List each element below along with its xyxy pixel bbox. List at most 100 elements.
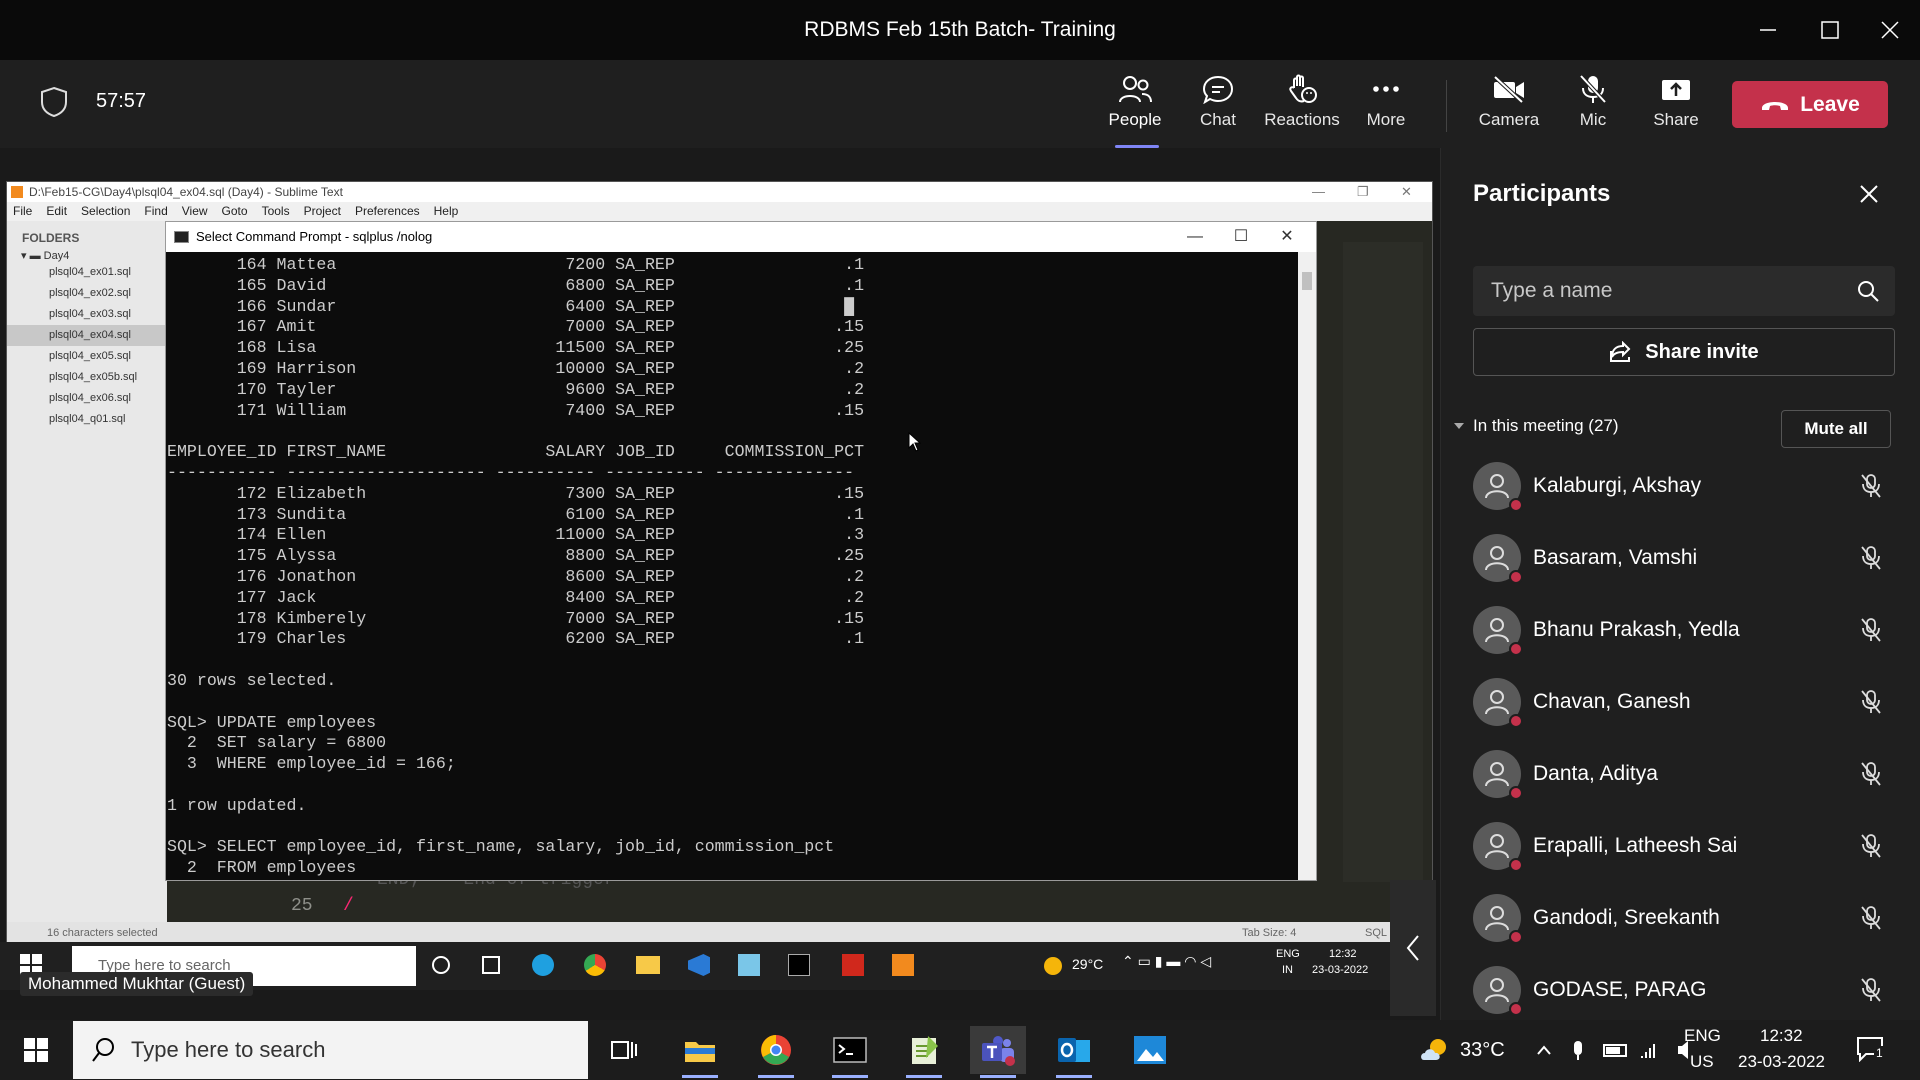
taskbar-search-box[interactable]: Type here to search bbox=[73, 1021, 588, 1079]
teams-button[interactable] bbox=[970, 1026, 1026, 1078]
tray-icons[interactable] bbox=[1534, 1020, 1704, 1080]
mute-all-button[interactable]: Mute all bbox=[1781, 410, 1891, 448]
mic-muted-icon[interactable] bbox=[1859, 473, 1883, 499]
notepad-icon[interactable] bbox=[738, 954, 760, 976]
avatar bbox=[1473, 966, 1523, 1016]
cmd-scrollbar[interactable] bbox=[1298, 252, 1316, 880]
outlook-button[interactable] bbox=[1046, 1026, 1102, 1078]
taskbar-date[interactable]: 23-03-2022 bbox=[1738, 1052, 1825, 1072]
participant-row[interactable]: GODASE, PARAG bbox=[1441, 954, 1920, 1026]
avatar bbox=[1473, 606, 1523, 656]
mic-button[interactable]: Mic bbox=[1551, 74, 1635, 144]
participant-row[interactable]: Chavan, Ganesh bbox=[1441, 666, 1920, 738]
mic-muted-icon[interactable] bbox=[1859, 761, 1883, 787]
menu-view[interactable]: View bbox=[182, 204, 208, 218]
chat-button[interactable]: Chat bbox=[1176, 74, 1260, 144]
mic-muted-icon[interactable] bbox=[1859, 617, 1883, 643]
tray-icons[interactable]: ⌃ ▭ ▮ ▬ ◠ ◁ bbox=[1122, 953, 1211, 970]
cmd-maximize[interactable]: ☐ bbox=[1218, 222, 1264, 252]
close-window-button[interactable] bbox=[1860, 0, 1920, 60]
participants-list: Kalaburgi, Akshay Basaram, Vamshi Bhanu Pr… bbox=[1441, 450, 1920, 1026]
sublime-close[interactable]: ✕ bbox=[1401, 182, 1412, 202]
cmd-minimize[interactable]: — bbox=[1172, 222, 1218, 252]
menu-project[interactable]: Project bbox=[304, 204, 341, 218]
menu-preferences[interactable]: Preferences bbox=[355, 204, 420, 218]
toolbar-divider bbox=[1446, 80, 1447, 132]
sublime-taskbar-icon[interactable] bbox=[892, 954, 914, 976]
minimize-button[interactable] bbox=[1738, 0, 1798, 60]
vscode-icon[interactable] bbox=[688, 954, 710, 976]
close-panel-icon[interactable] bbox=[1859, 184, 1879, 204]
cmd-scroll-thumb[interactable] bbox=[1302, 272, 1312, 290]
menu-help[interactable]: Help bbox=[434, 204, 459, 218]
notification-button[interactable]: 1 bbox=[1856, 1036, 1885, 1062]
weather-widget[interactable]: 33°C bbox=[1418, 1020, 1505, 1080]
command-prompt-button[interactable] bbox=[822, 1026, 878, 1078]
menu-edit[interactable]: Edit bbox=[46, 204, 67, 218]
maximize-button[interactable] bbox=[1800, 0, 1860, 60]
taskbar-time[interactable]: 12:32 bbox=[1760, 1026, 1803, 1046]
participant-row[interactable]: Basaram, Vamshi bbox=[1441, 522, 1920, 594]
taskbar-lang1[interactable]: ENG bbox=[1684, 1026, 1721, 1046]
photos-button[interactable] bbox=[1122, 1026, 1178, 1074]
file-item[interactable]: plsql04_ex02.sql bbox=[7, 283, 167, 304]
reactions-button[interactable]: Reactions bbox=[1260, 74, 1344, 144]
task-view-icon[interactable] bbox=[482, 956, 500, 974]
console-output[interactable]: 164 Mattea 7200 SA_REP .1 165 David 6800… bbox=[166, 252, 1296, 880]
file-item[interactable]: plsql04_ex01.sql bbox=[7, 262, 167, 283]
windows-start-button[interactable] bbox=[24, 1038, 48, 1062]
menu-goto[interactable]: Goto bbox=[222, 204, 248, 218]
participant-row[interactable]: Kalaburgi, Akshay bbox=[1441, 450, 1920, 522]
share-invite-button[interactable]: Share invite bbox=[1473, 328, 1895, 376]
acrobat-icon[interactable] bbox=[842, 954, 864, 976]
file-explorer-icon bbox=[685, 1042, 715, 1062]
chrome-button[interactable] bbox=[748, 1026, 804, 1078]
file-explorer-button[interactable] bbox=[672, 1026, 728, 1078]
file-explorer-icon[interactable] bbox=[636, 956, 660, 974]
status-syntax[interactable]: SQL bbox=[1365, 922, 1387, 944]
mic-muted-icon[interactable] bbox=[1859, 833, 1883, 859]
folder-day4[interactable]: ▾ ▬ Day4 bbox=[7, 245, 167, 262]
collapse-panel-button[interactable] bbox=[1390, 880, 1436, 1016]
status-tabsize[interactable]: Tab Size: 4 bbox=[1242, 922, 1296, 944]
mic-muted-icon[interactable] bbox=[1859, 905, 1883, 931]
participant-row[interactable]: Gandodi, Sreekanth bbox=[1441, 882, 1920, 954]
share-button[interactable]: Share bbox=[1634, 74, 1718, 144]
taskbar-search-text: Type here to search bbox=[131, 1037, 326, 1062]
menu-file[interactable]: File bbox=[13, 204, 32, 218]
menu-find[interactable]: Find bbox=[144, 204, 167, 218]
menu-selection[interactable]: Selection bbox=[81, 204, 130, 218]
participant-row[interactable]: Danta, Aditya bbox=[1441, 738, 1920, 810]
leave-button[interactable]: Leave bbox=[1732, 81, 1888, 128]
notepad-plus-button[interactable] bbox=[896, 1026, 952, 1078]
people-button[interactable]: People bbox=[1093, 74, 1177, 148]
sublime-minimize[interactable]: — bbox=[1312, 182, 1325, 202]
code-area[interactable]: END; -- End of trigger 25 / bbox=[267, 870, 1267, 926]
participant-row[interactable]: Bhanu Prakash, Yedla bbox=[1441, 594, 1920, 666]
task-view-button[interactable] bbox=[596, 1026, 652, 1074]
mic-muted-icon[interactable] bbox=[1859, 689, 1883, 715]
mic-muted-icon[interactable] bbox=[1859, 545, 1883, 571]
edge-icon[interactable] bbox=[532, 954, 554, 976]
sublime-minimap[interactable] bbox=[1343, 242, 1423, 882]
camera-button[interactable]: Camera bbox=[1467, 74, 1551, 144]
file-item[interactable]: plsql04_ex06.sql bbox=[7, 388, 167, 409]
file-item-selected[interactable]: plsql04_ex04.sql bbox=[7, 325, 167, 346]
file-item[interactable]: plsql04_ex03.sql bbox=[7, 304, 167, 325]
cmd-taskbar-icon[interactable] bbox=[788, 954, 810, 976]
participant-search-input[interactable]: Type a name bbox=[1473, 266, 1895, 316]
more-button[interactable]: More bbox=[1344, 74, 1428, 144]
file-item[interactable]: plsql04_q01.sql bbox=[7, 409, 167, 430]
cmd-close[interactable]: ✕ bbox=[1264, 222, 1310, 252]
taskbar-lang2[interactable]: US bbox=[1690, 1052, 1714, 1072]
file-item[interactable]: plsql04_ex05.sql bbox=[7, 346, 167, 367]
participant-row[interactable]: Erapalli, Latheesh Sai bbox=[1441, 810, 1920, 882]
file-item[interactable]: plsql04_ex05b.sql bbox=[7, 367, 167, 388]
menu-tools[interactable]: Tools bbox=[262, 204, 290, 218]
mic-muted-icon[interactable] bbox=[1859, 977, 1883, 1003]
sublime-maximize[interactable]: ❐ bbox=[1357, 182, 1369, 202]
in-meeting-section-toggle[interactable]: In this meeting (27) bbox=[1453, 416, 1619, 436]
cortana-icon[interactable] bbox=[432, 956, 450, 974]
chrome-icon[interactable] bbox=[584, 954, 606, 976]
